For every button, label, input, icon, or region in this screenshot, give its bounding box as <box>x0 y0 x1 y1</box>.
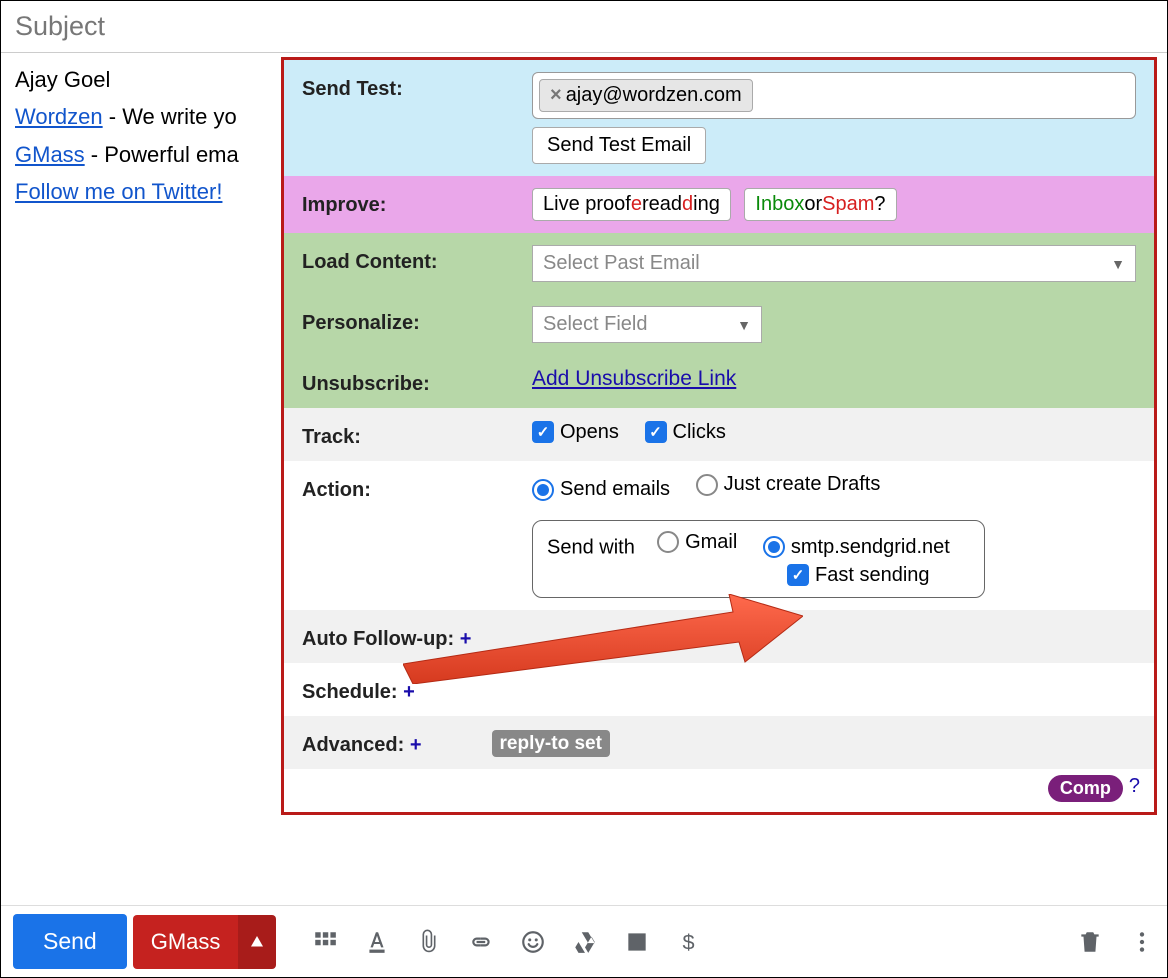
radio-send-emails[interactable]: Send emails <box>532 478 670 501</box>
signature-name: Ajay Goel <box>15 61 239 98</box>
label-personalize: Personalize: <box>302 306 532 335</box>
radio-gmail[interactable]: Gmail <box>657 531 737 554</box>
insert-drive-icon[interactable] <box>572 929 598 955</box>
svg-text:$: $ <box>683 929 695 954</box>
label-advanced: Advanced: <box>302 734 410 756</box>
signature-link-twitter[interactable]: Follow me on Twitter! <box>15 179 222 204</box>
label-schedule: Schedule: <box>302 681 403 703</box>
row-schedule[interactable]: Schedule: + <box>284 663 1154 716</box>
t: ing <box>693 193 720 216</box>
send-with-label: Send with <box>547 536 635 558</box>
t: read <box>642 193 682 216</box>
radio-icon <box>696 474 718 496</box>
expand-plus-icon[interactable]: + <box>410 734 422 756</box>
test-email-input[interactable]: × ajay@wordzen.com <box>532 72 1136 119</box>
radio-icon <box>657 531 679 553</box>
format-tools: $ <box>312 929 702 955</box>
select-placeholder: Select Field <box>543 313 648 336</box>
signature-text: - Powerful ema <box>85 142 239 167</box>
row-action: Action: Send emails Just create Drafts S… <box>284 461 1154 610</box>
label-unsubscribe: Unsubscribe: <box>302 367 532 396</box>
send-test-email-button[interactable]: Send Test Email <box>532 127 706 164</box>
chevron-down-icon: ▼ <box>1111 256 1125 272</box>
t: Live proof <box>543 193 631 216</box>
chevron-down-icon: ▼ <box>737 317 751 333</box>
row-personalize: Personalize: Select Field ▼ <box>284 294 1154 355</box>
formatting-icon[interactable] <box>312 929 338 955</box>
more-options-icon[interactable] <box>1129 929 1155 955</box>
check-icon: ✓ <box>532 421 554 443</box>
row-improve: Improve: Live proofereadding Inbox or Sp… <box>284 176 1154 233</box>
compose-toolbar: Send GMass $ <box>1 905 1167 977</box>
insert-link-icon[interactable] <box>468 929 494 955</box>
t: ? <box>874 193 885 216</box>
send-with-box: Send with Gmail smtp.sendgrid.net ✓ Fast… <box>532 520 985 598</box>
checkbox-label: Fast sending <box>815 564 930 587</box>
remove-chip-icon[interactable]: × <box>550 84 562 107</box>
radio-label: smtp.sendgrid.net <box>791 536 950 559</box>
inbox-or-spam-button[interactable]: Inbox or Spam? <box>744 188 896 221</box>
row-advanced[interactable]: Advanced: + reply-to set <box>284 716 1154 769</box>
label-send-test: Send Test: <box>302 72 532 101</box>
label-action: Action: <box>302 473 532 502</box>
insert-emoji-icon[interactable] <box>520 929 546 955</box>
delete-draft-icon[interactable] <box>1077 929 1103 955</box>
send-button[interactable]: Send <box>13 914 127 969</box>
signature-link-gmass[interactable]: GMass <box>15 142 85 167</box>
email-body[interactable]: Ajay Goel Wordzen - We write yo GMass - … <box>15 61 239 211</box>
radio-just-drafts[interactable]: Just create Drafts <box>696 473 881 496</box>
attach-file-icon[interactable] <box>416 929 442 955</box>
check-icon: ✓ <box>787 564 809 586</box>
signature-text: - We write yo <box>103 104 237 129</box>
t: Inbox <box>755 193 804 216</box>
help-icon[interactable]: ? <box>1129 775 1140 798</box>
badge-reply-to-set: reply-to set <box>492 730 610 757</box>
t: or <box>804 193 822 216</box>
insert-photo-icon[interactable] <box>624 929 650 955</box>
radio-label: Just create Drafts <box>724 473 881 496</box>
live-proofreading-button[interactable]: Live proofereadding <box>532 188 731 221</box>
radio-smtp[interactable]: smtp.sendgrid.net <box>763 536 950 559</box>
check-icon: ✓ <box>645 421 667 443</box>
radio-label: Send emails <box>560 478 670 501</box>
label-auto-followup: Auto Follow-up: <box>302 628 460 650</box>
checkbox-label: Clicks <box>673 421 726 444</box>
comp-button[interactable]: Comp <box>1048 775 1123 802</box>
arrow-up-icon <box>248 933 266 951</box>
text-color-icon[interactable] <box>364 929 390 955</box>
radio-icon <box>532 479 554 501</box>
row-send-test: Send Test: × ajay@wordzen.com Send Test … <box>284 60 1154 176</box>
t: d <box>682 193 693 216</box>
add-unsubscribe-link[interactable]: Add Unsubscribe Link <box>532 367 736 390</box>
signature-link-wordzen[interactable]: Wordzen <box>15 104 103 129</box>
radio-icon <box>763 536 785 558</box>
row-auto-followup[interactable]: Auto Follow-up: + <box>284 610 1154 663</box>
t: e <box>631 193 642 216</box>
select-field[interactable]: Select Field ▼ <box>532 306 762 343</box>
checkbox-clicks[interactable]: ✓ Clicks <box>645 421 726 444</box>
label-track: Track: <box>302 420 532 449</box>
label-improve: Improve: <box>302 188 532 217</box>
expand-plus-icon[interactable]: + <box>460 628 472 650</box>
checkbox-opens[interactable]: ✓ Opens <box>532 421 619 444</box>
subject-field[interactable]: Subject <box>1 1 1167 53</box>
checkbox-fast-sending[interactable]: ✓ Fast sending <box>787 564 930 587</box>
t: Spam <box>822 193 874 216</box>
gmass-dropdown-button[interactable] <box>238 915 276 969</box>
row-track: Track: ✓ Opens ✓ Clicks <box>284 408 1154 461</box>
checkbox-label: Opens <box>560 421 619 444</box>
select-past-email[interactable]: Select Past Email ▼ <box>532 245 1136 282</box>
row-unsubscribe: Unsubscribe: Add Unsubscribe Link <box>284 355 1154 408</box>
row-load-content: Load Content: Select Past Email ▼ <box>284 233 1154 294</box>
email-chip[interactable]: × ajay@wordzen.com <box>539 79 753 112</box>
expand-plus-icon[interactable]: + <box>403 681 415 703</box>
dollar-icon[interactable]: $ <box>676 929 702 955</box>
select-placeholder: Select Past Email <box>543 252 700 275</box>
gmass-button[interactable]: GMass <box>133 915 239 969</box>
label-load-content: Load Content: <box>302 245 532 274</box>
radio-label: Gmail <box>685 531 737 554</box>
gmass-settings-panel: Send Test: × ajay@wordzen.com Send Test … <box>281 57 1157 815</box>
chip-text: ajay@wordzen.com <box>566 84 742 107</box>
